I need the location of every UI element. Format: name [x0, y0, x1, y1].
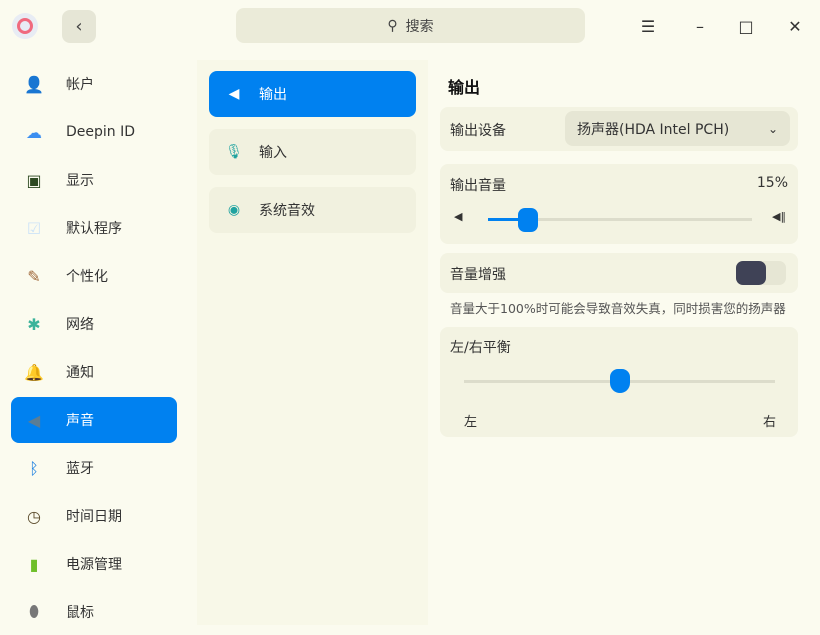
output-device-select[interactable]: 扬声器(HDA Intel PCH) ⌄ [565, 111, 790, 146]
sidebar-item[interactable]: ✎ 个性化 [11, 253, 177, 299]
menu-button[interactable]: ☰ [636, 14, 660, 38]
clock-icon: ◷ [27, 506, 41, 526]
subnav-label: 输出 [259, 87, 287, 103]
volume-high-icon: ◀‖ [772, 210, 786, 223]
sidebar-item[interactable]: ▮ 电源管理 [11, 541, 177, 587]
subnav-label: 输入 [259, 145, 287, 161]
search-input[interactable]: ⚲ 搜索 [236, 8, 585, 43]
battery-icon: ▮ [29, 554, 39, 574]
volume-low-icon: ◀ [454, 210, 463, 223]
output-volume-label: 输出音量 [450, 178, 506, 194]
output-panel: 输出 输出设备 扬声器(HDA Intel PCH) ⌄ 输出音量 15% ◀ … [429, 60, 808, 625]
balance-left-label: 左 [464, 415, 478, 430]
subnav-item-system-sounds[interactable]: ◉ 系统音效 [209, 187, 416, 233]
output-volume-row: 输出音量 15% ◀ ◀‖ [440, 164, 798, 244]
bell-icon: 🔔 [24, 362, 44, 382]
mouse-icon: ⬮ [28, 602, 40, 621]
sidebar-item[interactable]: ◀ 声音 [11, 397, 177, 443]
back-button[interactable]: ‹ [62, 10, 96, 43]
minimize-button[interactable]: – [688, 14, 712, 38]
volume-slider-thumb[interactable] [517, 208, 538, 232]
microphone-icon: 🎙 [225, 144, 243, 160]
network-icon: ✱ [27, 314, 41, 334]
sidebar-item-label: 网络 [66, 317, 94, 333]
balance-row: 左/右平衡 左 右 [440, 327, 798, 437]
balance-slider-thumb[interactable] [609, 369, 630, 393]
sidebar-item-label: 显示 [66, 173, 94, 189]
sound-effects-icon: ◉ [227, 202, 241, 218]
sidebar-item-label: Deepin ID [66, 124, 136, 140]
sidebar-item-label: 时间日期 [66, 509, 122, 525]
bluetooth-icon: ᛒ [29, 458, 39, 478]
sidebar-item-label: 蓝牙 [66, 461, 94, 477]
volume-boost-toggle[interactable] [736, 261, 786, 285]
sidebar-item[interactable]: ✱ 网络 [11, 301, 177, 347]
volume-boost-label: 音量增强 [450, 267, 506, 283]
default-apps-icon: ☑ [26, 218, 42, 238]
sidebar: 👤 帐户 ☁ Deepin ID ▣ 显示 ☑ 默认程序 ✎ 个性化 ✱ 网络 🔔 通知 ◀ 声音 ᛒ 蓝牙 ◷ 时间… [0, 52, 190, 634]
output-volume-value: 15% [756, 175, 788, 191]
speaker-icon: ◀ [27, 410, 41, 430]
palette-icon: ✎ [27, 266, 41, 286]
search-placeholder: 搜索 [405, 18, 434, 35]
speaker-icon: ◀ [228, 86, 240, 102]
search-icon: ⚲ [387, 17, 398, 34]
volume-boost-note: 音量大于100%时可能会导致音效失真，同时损害您的扬声器 [450, 301, 786, 316]
sidebar-item-label: 帐户 [66, 77, 94, 93]
subnav-item-output[interactable]: ◀ 输出 [209, 71, 416, 117]
user-icon: 👤 [24, 74, 44, 94]
sidebar-item[interactable]: ▣ 显示 [11, 157, 177, 203]
close-button[interactable]: ✕ [783, 14, 807, 38]
sidebar-item[interactable]: 🔔 通知 [11, 349, 177, 395]
monitor-icon: ▣ [26, 170, 42, 190]
output-device-value: 扬声器(HDA Intel PCH) [577, 121, 730, 138]
cloud-icon: ☁ [26, 122, 42, 142]
sidebar-item-label: 电源管理 [66, 557, 122, 573]
app-logo-icon [12, 13, 38, 39]
subnav-label: 系统音效 [259, 203, 315, 219]
sidebar-item-label: 通知 [66, 365, 94, 381]
titlebar: ‹ ⚲ 搜索 ☰ – □ ✕ [0, 0, 820, 52]
subnav-item-input[interactable]: 🎙 输入 [209, 129, 416, 175]
output-device-label: 输出设备 [450, 123, 506, 139]
sidebar-item[interactable]: ᛒ 蓝牙 [11, 445, 177, 491]
sidebar-item[interactable]: ☁ Deepin ID [11, 109, 177, 155]
balance-label: 左/右平衡 [450, 340, 511, 356]
sidebar-item[interactable]: 👤 帐户 [11, 61, 177, 107]
sidebar-item[interactable]: ◷ 时间日期 [11, 493, 177, 539]
sidebar-item[interactable]: ☑ 默认程序 [11, 205, 177, 251]
sidebar-item-label: 鼠标 [66, 605, 94, 621]
sidebar-item[interactable]: ⬮ 鼠标 [11, 589, 177, 635]
sidebar-item-label: 个性化 [66, 269, 108, 285]
output-device-row: 输出设备 扬声器(HDA Intel PCH) ⌄ [440, 107, 798, 151]
page-title: 输出 [448, 78, 481, 97]
sound-subnav: ◀ 输出 🎙 输入 ◉ 系统音效 [197, 60, 428, 625]
maximize-button[interactable]: □ [734, 14, 758, 38]
balance-right-label: 右 [762, 415, 776, 430]
chevron-down-icon: ⌄ [767, 121, 778, 136]
sidebar-item-label: 默认程序 [66, 221, 122, 237]
volume-boost-row: 音量增强 [440, 253, 798, 293]
sidebar-item-label: 声音 [66, 413, 94, 429]
